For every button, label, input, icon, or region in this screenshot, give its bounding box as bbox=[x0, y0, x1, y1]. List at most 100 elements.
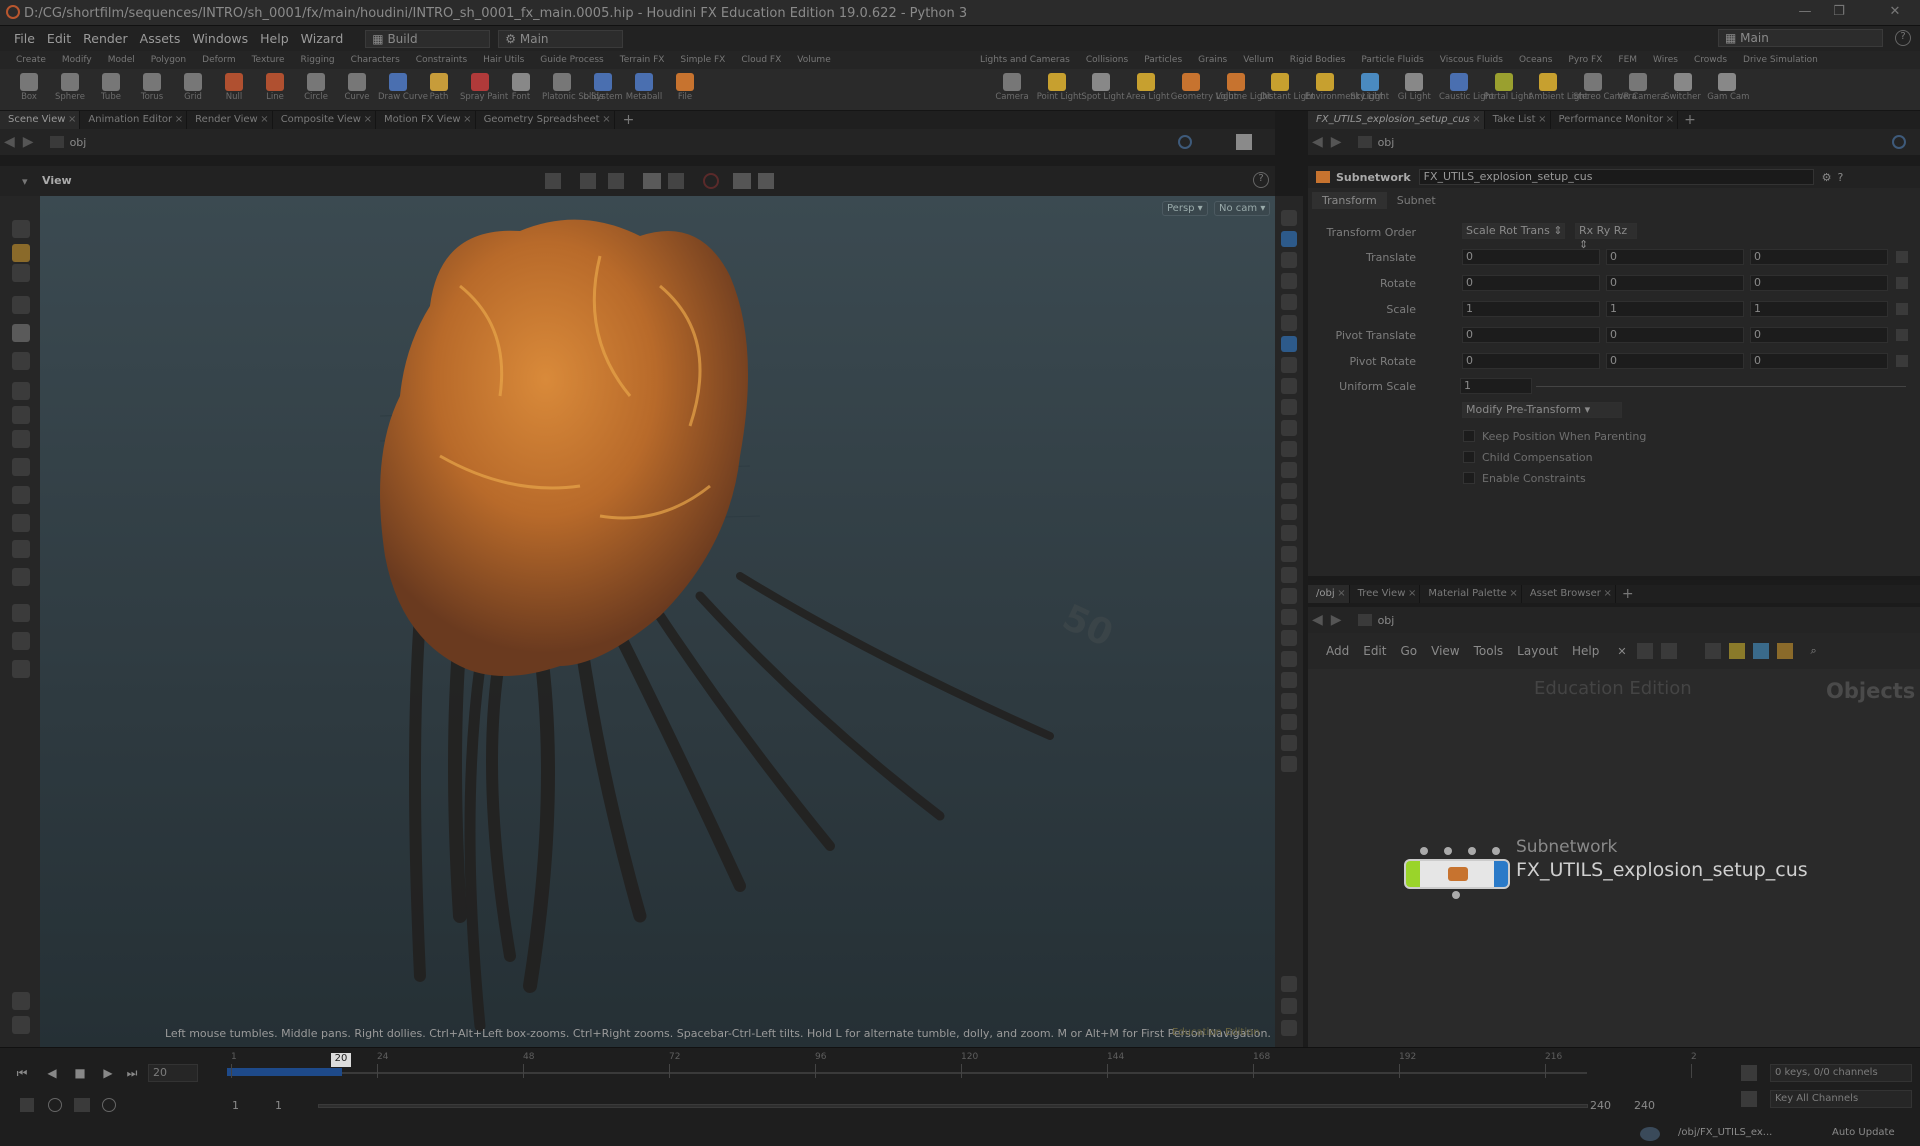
tab-asset-browser[interactable]: Asset Browser × bbox=[1522, 585, 1616, 603]
display-icon[interactable] bbox=[643, 173, 661, 189]
measure-icon[interactable] bbox=[12, 458, 30, 476]
pivot-rotate-field-y[interactable]: 0 bbox=[1606, 353, 1744, 369]
tool-grid[interactable]: Grid bbox=[173, 69, 213, 111]
display-option-3-icon[interactable] bbox=[1281, 252, 1297, 268]
network-editor[interactable]: Add Edit Go View Tools Layout Help ✕ ⌕ E… bbox=[1308, 633, 1920, 1047]
display-option-8-icon[interactable] bbox=[1281, 357, 1297, 373]
ring-icon[interactable] bbox=[12, 406, 30, 424]
add-tab-icon[interactable]: + bbox=[1622, 586, 1634, 602]
scale-field-x[interactable]: 1 bbox=[1462, 301, 1600, 317]
shelf-tab-create[interactable]: Create bbox=[8, 51, 54, 69]
net-menu-layout[interactable]: Layout bbox=[1517, 644, 1558, 658]
uniform-scale-slider[interactable] bbox=[1536, 386, 1906, 387]
tool-gam-cam[interactable]: Gam Cam bbox=[1707, 69, 1749, 111]
tool-tube[interactable]: Tube bbox=[91, 69, 131, 111]
shelf-tab-model[interactable]: Model bbox=[100, 51, 143, 69]
shelf-tab-constraints[interactable]: Constraints bbox=[408, 51, 475, 69]
net-menu-add[interactable]: Add bbox=[1326, 644, 1349, 658]
tab-render-view[interactable]: Render View × bbox=[187, 111, 273, 129]
display-option-15-icon[interactable] bbox=[1281, 504, 1297, 520]
child-compensation-checkbox[interactable] bbox=[1463, 451, 1475, 463]
tool-line[interactable]: Line bbox=[255, 69, 295, 111]
realtime-icon[interactable] bbox=[102, 1098, 116, 1112]
uv-icon[interactable] bbox=[12, 514, 30, 532]
camera-view-menu[interactable]: Persp ▾ bbox=[1162, 201, 1208, 216]
scale-field-y[interactable]: 1 bbox=[1606, 301, 1744, 317]
key-icon[interactable] bbox=[20, 1098, 34, 1112]
sculpt-icon[interactable] bbox=[12, 430, 30, 448]
keep-position-checkbox[interactable] bbox=[1463, 430, 1475, 442]
minimize-button[interactable]: — bbox=[1790, 4, 1820, 22]
shelf-tab-texture[interactable]: Texture bbox=[244, 51, 293, 69]
brush-icon[interactable] bbox=[12, 244, 30, 262]
close-button[interactable]: ✕ bbox=[1880, 4, 1910, 22]
shelf-tab-hair-utils[interactable]: Hair Utils bbox=[475, 51, 532, 69]
shelf-tab-wires[interactable]: Wires bbox=[1645, 51, 1686, 69]
tool-curve[interactable]: Curve bbox=[337, 69, 377, 111]
list-icon[interactable] bbox=[1636, 643, 1653, 659]
display-option-24-icon[interactable] bbox=[1281, 693, 1297, 709]
tab-scene-view[interactable]: Scene View × bbox=[0, 111, 81, 129]
tool-distant-light[interactable]: Distant Light bbox=[1260, 69, 1315, 111]
auto-update-menu[interactable]: Auto Update bbox=[1832, 1127, 1895, 1138]
add-tab-icon[interactable]: + bbox=[623, 112, 635, 128]
tool-area-light[interactable]: Area Light bbox=[1126, 69, 1170, 111]
paint-icon[interactable] bbox=[12, 264, 30, 282]
display-option-13-icon[interactable] bbox=[1281, 462, 1297, 478]
shelf-tab-oceans[interactable]: Oceans bbox=[1511, 51, 1560, 69]
tab-take-list[interactable]: Take List × bbox=[1485, 111, 1551, 129]
tool-sky-light[interactable]: Sky Light bbox=[1350, 69, 1390, 111]
sphere-icon[interactable] bbox=[12, 382, 30, 400]
display-option-21-icon[interactable] bbox=[1281, 630, 1297, 646]
close-icon[interactable]: × bbox=[1603, 585, 1611, 603]
rotate-view-icon[interactable] bbox=[12, 632, 30, 650]
channel-link-icon[interactable] bbox=[1896, 329, 1908, 341]
tool-sphere[interactable]: Sphere bbox=[50, 69, 90, 111]
param-path[interactable]: obj bbox=[1378, 136, 1395, 149]
rotate-field-x[interactable]: 0 bbox=[1462, 275, 1600, 291]
channel-icon[interactable] bbox=[1741, 1065, 1757, 1081]
shelf-tab-vellum[interactable]: Vellum bbox=[1235, 51, 1281, 69]
close-icon[interactable]: × bbox=[175, 111, 183, 129]
rotate-field-z[interactable]: 0 bbox=[1750, 275, 1888, 291]
shelf-tab-viscous-fluids[interactable]: Viscous Fluids bbox=[1432, 51, 1511, 69]
net-menu-go[interactable]: Go bbox=[1400, 644, 1417, 658]
node-output[interactable] bbox=[1452, 891, 1460, 899]
close-icon[interactable]: × bbox=[68, 111, 76, 129]
gear-icon[interactable]: ⚙ bbox=[1822, 171, 1832, 184]
lock-icon[interactable] bbox=[12, 324, 30, 342]
close-icon[interactable]: × bbox=[1666, 111, 1674, 129]
pin-icon[interactable] bbox=[1178, 135, 1192, 149]
search-icon[interactable]: ⌕ bbox=[1811, 644, 1817, 658]
range-end-2[interactable]: 240 bbox=[1634, 1099, 1655, 1112]
display-option-14-icon[interactable] bbox=[1281, 483, 1297, 499]
shelf-tab-guide-process[interactable]: Guide Process bbox=[532, 51, 611, 69]
net-menu-edit[interactable]: Edit bbox=[1363, 644, 1386, 658]
display-option-17-icon[interactable] bbox=[1281, 546, 1297, 562]
menu-edit[interactable]: Edit bbox=[47, 31, 71, 46]
scale-field-z[interactable]: 1 bbox=[1750, 301, 1888, 317]
forward-arrow-icon[interactable]: ▶ bbox=[1331, 612, 1342, 628]
visibility-icon[interactable] bbox=[1281, 1020, 1297, 1036]
loop-icon[interactable] bbox=[74, 1098, 90, 1112]
channel-link-icon[interactable] bbox=[1896, 251, 1908, 263]
display-option-6-icon[interactable] bbox=[1281, 315, 1297, 331]
jump-start-button[interactable]: ⏮ bbox=[14, 1066, 30, 1080]
tool-switcher[interactable]: Switcher bbox=[1663, 69, 1703, 111]
shelf-tab-rigid-bodies[interactable]: Rigid Bodies bbox=[1282, 51, 1354, 69]
magnet-icon[interactable] bbox=[12, 568, 30, 586]
pane-splitter[interactable] bbox=[1308, 576, 1920, 580]
display-option-9-icon[interactable] bbox=[1281, 378, 1297, 394]
close-icon[interactable]: × bbox=[1337, 585, 1345, 603]
tool-circle[interactable]: Circle bbox=[296, 69, 336, 111]
net-menu-tools[interactable]: Tools bbox=[1474, 644, 1504, 658]
shelf-tab-deform[interactable]: Deform bbox=[194, 51, 243, 69]
display-option-27-icon[interactable] bbox=[1281, 756, 1297, 772]
display-flag[interactable] bbox=[1406, 861, 1420, 887]
grid-icon[interactable] bbox=[1281, 998, 1297, 1014]
tool-draw-curve[interactable]: Draw Curve bbox=[378, 69, 428, 111]
play-button[interactable]: ▶ bbox=[100, 1066, 116, 1080]
translate-field-z[interactable]: 0 bbox=[1750, 249, 1888, 265]
tool-box[interactable]: Box bbox=[9, 69, 49, 111]
forward-arrow-icon[interactable]: ▶ bbox=[23, 134, 34, 150]
